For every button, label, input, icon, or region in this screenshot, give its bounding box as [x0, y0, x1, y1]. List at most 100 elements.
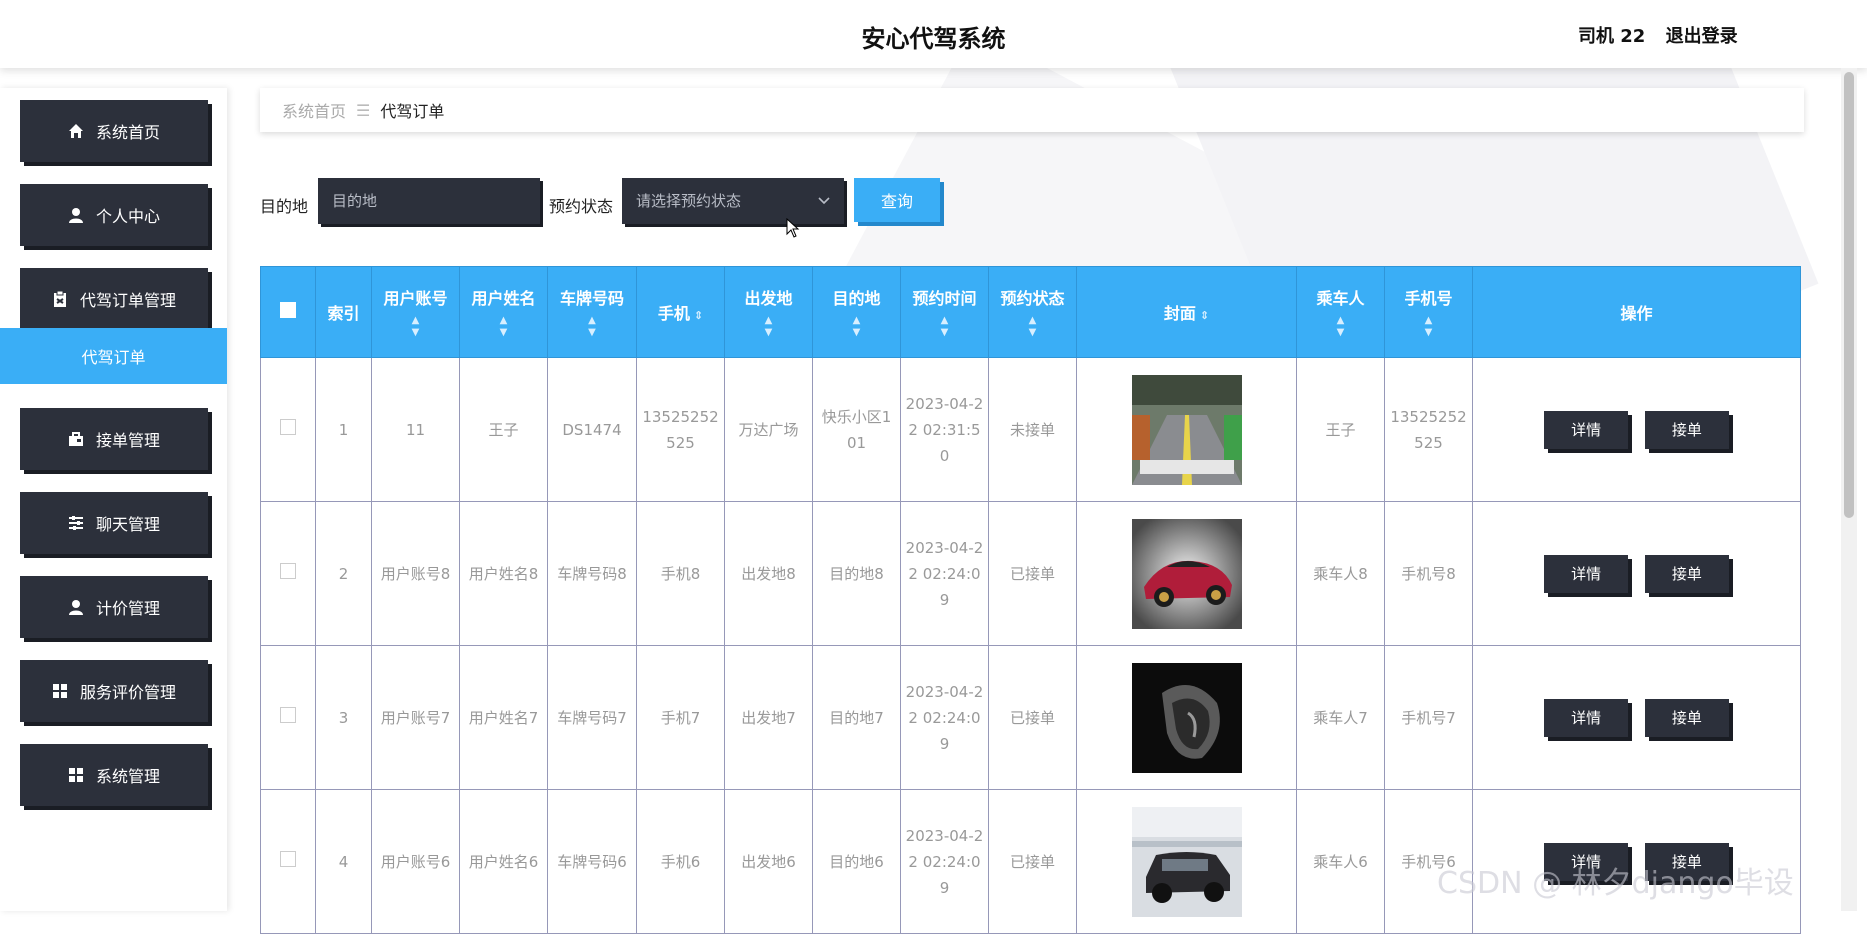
- sort-icon[interactable]: ⇕: [1200, 309, 1209, 322]
- sort-icon[interactable]: ▲ ▼: [462, 315, 545, 339]
- cell-from: 出发地6: [724, 789, 813, 934]
- row-checkbox-cell[interactable]: [260, 501, 316, 646]
- cell-passenger: 乘车人6: [1296, 789, 1385, 934]
- detail-button[interactable]: 详情: [1544, 554, 1629, 593]
- col-header[interactable]: 手机号 ▲ ▼: [1384, 266, 1473, 358]
- sort-icon[interactable]: ▲ ▼: [903, 315, 986, 339]
- col-header[interactable]: 用户姓名 ▲ ▼: [459, 266, 548, 358]
- cell-time: 2023-04-22 02:31:50: [900, 357, 989, 502]
- cell-plate: 车牌号码6: [547, 789, 637, 934]
- col-header-label: 预约状态: [1000, 289, 1065, 308]
- mouse-cursor-icon: [786, 218, 800, 238]
- col-header[interactable]: 手机 ⇕: [636, 266, 725, 358]
- row-checkbox[interactable]: [280, 706, 296, 723]
- select-all-cell[interactable]: [260, 266, 316, 358]
- cell-passenger: 王子: [1296, 357, 1385, 502]
- col-header[interactable]: 封面 ⇕: [1076, 266, 1297, 358]
- cell-cover: [1076, 645, 1297, 790]
- cell-index: 2: [315, 501, 372, 646]
- col-header[interactable]: 车牌号码 ▲ ▼: [547, 266, 637, 358]
- accept-button[interactable]: 接单: [1644, 698, 1729, 737]
- sidebar-item-home[interactable]: 系统首页: [20, 100, 208, 162]
- table-row: 1 11 王子 DS1474 13525252525 万达广场 快乐小区101 …: [260, 357, 1801, 502]
- watermark: CSDN @ 林夕django毕设: [1437, 866, 1794, 901]
- cell-account: 用户账号6: [371, 789, 460, 934]
- col-header[interactable]: 出发地 ▲ ▼: [724, 266, 813, 358]
- cell-account: 用户账号7: [371, 645, 460, 790]
- page-scrollbar[interactable]: [1841, 68, 1857, 911]
- row-checkbox-cell[interactable]: [260, 645, 316, 790]
- col-header-label: 车牌号码: [559, 289, 624, 308]
- grid-icon: [68, 768, 83, 782]
- row-checkbox-cell[interactable]: [260, 357, 316, 502]
- col-header[interactable]: 预约状态 ▲ ▼: [988, 266, 1077, 358]
- query-button[interactable]: 查询: [854, 178, 940, 222]
- cell-phone: 13525252525: [636, 357, 725, 502]
- dark-car-photo: [1131, 662, 1242, 773]
- cell-to: 目的地7: [812, 645, 901, 790]
- row-checkbox[interactable]: [280, 850, 296, 867]
- grid-icon: [52, 684, 67, 698]
- suv-showroom-photo: [1131, 806, 1242, 917]
- scrollbar-thumb[interactable]: [1844, 72, 1854, 518]
- detail-button[interactable]: 详情: [1544, 698, 1629, 737]
- sort-icon[interactable]: ▲ ▼: [550, 315, 634, 339]
- cell-plate: 车牌号码8: [547, 501, 637, 646]
- breadcrumb-home[interactable]: 系统首页: [282, 98, 346, 122]
- sidebar-item-order-mgmt[interactable]: 代驾订单管理: [20, 268, 208, 330]
- cell-from: 出发地7: [724, 645, 813, 790]
- sort-icon[interactable]: ▲ ▼: [727, 315, 810, 339]
- col-header: 操作: [1472, 266, 1801, 358]
- top-header: 安心代驾系统 司机 22 退出登录: [0, 0, 1867, 68]
- sidebar-item-label: 代驾订单管理: [79, 291, 176, 310]
- cell-phone: 手机6: [636, 789, 725, 934]
- col-header[interactable]: 乘车人 ▲ ▼: [1296, 266, 1385, 358]
- sidebar-item-review-mgmt[interactable]: 服务评价管理: [20, 660, 208, 722]
- col-header-label: 预约时间: [912, 289, 977, 308]
- clipboard-icon: [53, 291, 66, 307]
- col-header-label: 用户姓名: [471, 289, 536, 308]
- row-checkbox-cell[interactable]: [260, 789, 316, 934]
- sidebar-item-chat-mgmt[interactable]: 聊天管理: [20, 492, 208, 554]
- search-bar: 目的地 目的地 预约状态 请选择预约状态 查询: [260, 178, 960, 228]
- row-checkbox[interactable]: [280, 418, 296, 435]
- dest-input[interactable]: 目的地: [318, 178, 540, 224]
- sidebar-item-accept-mgmt[interactable]: 接单管理: [20, 408, 208, 470]
- col-header-label: 手机: [657, 304, 690, 323]
- logout-link[interactable]: 退出登录: [1666, 26, 1738, 47]
- sidebar-item-system-mgmt[interactable]: 系统管理: [20, 744, 208, 806]
- col-header-label: 目的地: [832, 289, 881, 308]
- cell-account: 11: [371, 357, 460, 502]
- user-icon: [68, 600, 83, 615]
- col-header[interactable]: 用户账号 ▲ ▼: [371, 266, 460, 358]
- detail-button[interactable]: 详情: [1544, 410, 1629, 449]
- breadcrumb: 系统首页 ☰ 代驾订单: [260, 88, 1804, 132]
- cell-mobile: 手机号7: [1384, 645, 1473, 790]
- cell-index: 1: [315, 357, 372, 502]
- sort-icon[interactable]: ▲ ▼: [991, 315, 1074, 339]
- user-area: 司机 22 退出登录: [1578, 22, 1752, 48]
- col-header[interactable]: 目的地 ▲ ▼: [812, 266, 901, 358]
- accept-button[interactable]: 接单: [1644, 554, 1729, 593]
- sort-icon[interactable]: ⇕: [694, 309, 703, 322]
- row-checkbox[interactable]: [280, 562, 296, 579]
- accept-button[interactable]: 接单: [1644, 410, 1729, 449]
- sidebar-item-label: 代驾订单: [81, 348, 146, 367]
- breadcrumb-separator-icon: ☰: [356, 100, 371, 120]
- sidebar-subitem-orders[interactable]: 代驾订单: [0, 328, 227, 384]
- cell-status: 已接单: [988, 789, 1077, 934]
- status-select[interactable]: 请选择预约状态: [622, 178, 844, 224]
- cell-status: 已接单: [988, 501, 1077, 646]
- sort-icon[interactable]: ▲ ▼: [1299, 315, 1382, 339]
- sort-icon[interactable]: ▲ ▼: [1387, 315, 1470, 339]
- sidebar-item-profile[interactable]: 个人中心: [20, 184, 208, 246]
- sort-icon[interactable]: ▲ ▼: [815, 315, 898, 339]
- briefcase-icon: [68, 432, 83, 446]
- select-all-checkbox[interactable]: [280, 302, 296, 318]
- cell-phone: 手机8: [636, 501, 725, 646]
- sort-icon[interactable]: ▲ ▼: [374, 315, 457, 339]
- status-label: 预约状态: [549, 197, 614, 216]
- table-row: 3 用户账号7 用户姓名7 车牌号码7 手机7 出发地7 目的地7 2023-0…: [260, 645, 1801, 790]
- col-header[interactable]: 预约时间 ▲ ▼: [900, 266, 989, 358]
- sidebar-item-pricing-mgmt[interactable]: 计价管理: [20, 576, 208, 638]
